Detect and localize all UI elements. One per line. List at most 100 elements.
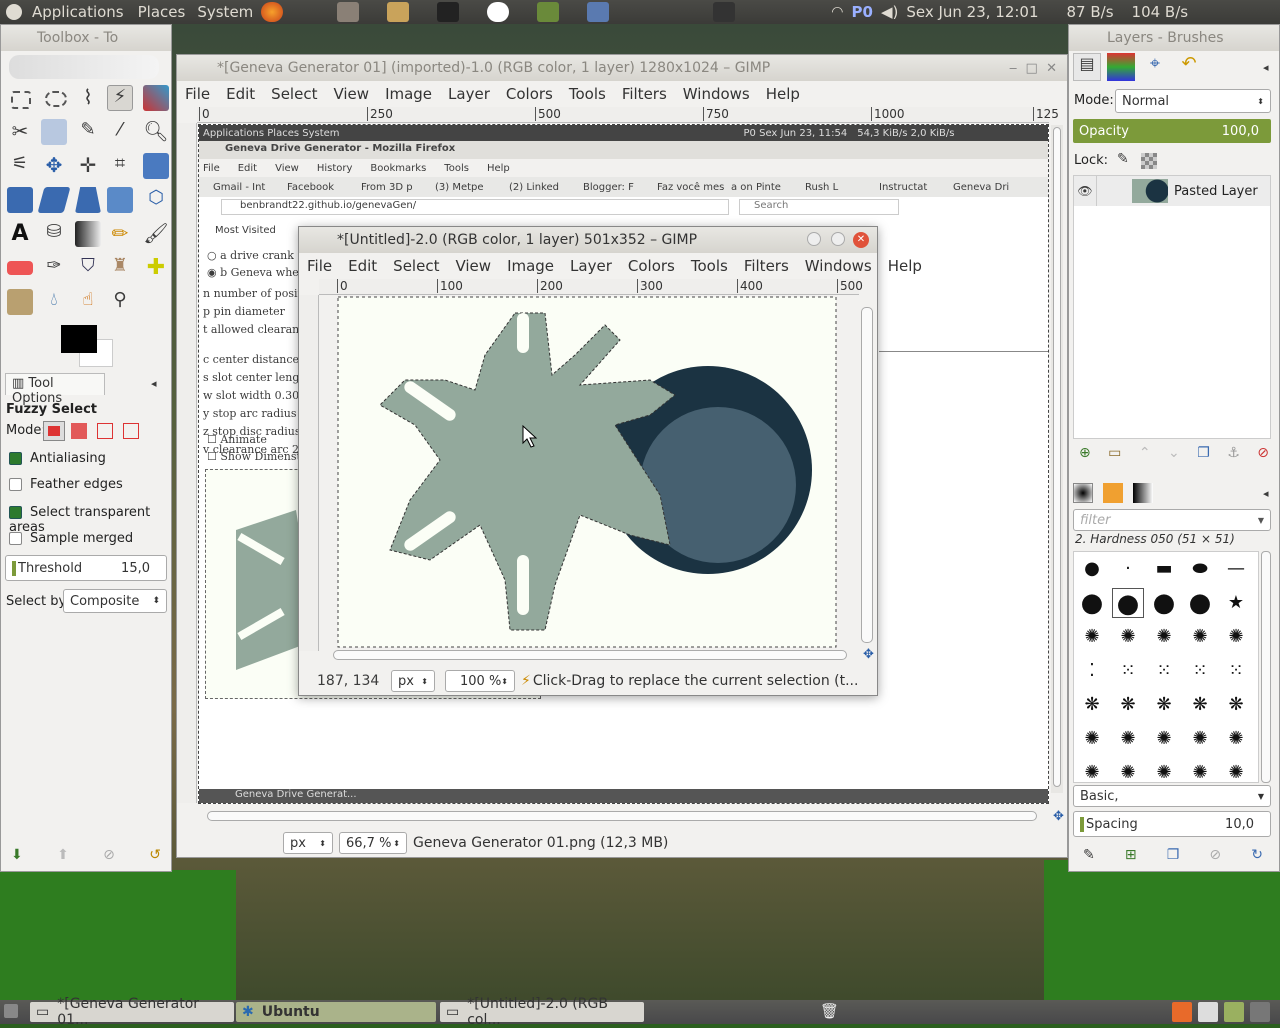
layer-name[interactable]: Pasted Layer: [1174, 184, 1258, 199]
layers-tab-menu-icon[interactable]: ◂: [1263, 61, 1269, 74]
workspace-1[interactable]: [1172, 1002, 1192, 1022]
untitled-menu-help[interactable]: Help: [880, 257, 930, 275]
main-menu-windows[interactable]: Windows: [675, 85, 758, 103]
gimp-launcher-icon[interactable]: [337, 2, 360, 22]
antialiasing-checkbox[interactable]: [9, 452, 22, 465]
brush-item[interactable]: ✺: [1184, 622, 1216, 652]
move-tool-icon[interactable]: ✥: [41, 153, 67, 179]
untitled-menu-tools[interactable]: Tools: [683, 257, 736, 275]
duplicate-brush-icon[interactable]: ❐: [1167, 847, 1180, 863]
measure-tool-icon[interactable]: ⚟: [7, 153, 33, 179]
main-menu-layer[interactable]: Layer: [440, 85, 498, 103]
layer-row[interactable]: 👁︎ Pasted Layer: [1074, 176, 1270, 206]
brush-item[interactable]: ⁙: [1220, 656, 1252, 686]
brush-preset-dropdown[interactable]: Basic, ▼: [1073, 785, 1271, 807]
brushes-tab-menu-icon[interactable]: ◂: [1263, 487, 1269, 500]
pencil-tool-icon[interactable]: ✏: [107, 221, 133, 247]
untitled-menu-file[interactable]: File: [299, 257, 340, 275]
brush-item[interactable]: ⁙: [1112, 656, 1144, 686]
brush-item[interactable]: ●: [1112, 588, 1144, 619]
task-geneva[interactable]: ▭ *[Geneva Generator 01...: [30, 996, 234, 1028]
by-color-select-tool-icon[interactable]: [143, 85, 169, 111]
brush-item[interactable]: ✺: [1184, 724, 1216, 754]
new-layer-icon[interactable]: ⊕: [1079, 445, 1091, 461]
main-menu-select[interactable]: Select: [263, 85, 325, 103]
visibility-eye-icon[interactable]: 👁︎: [1074, 184, 1096, 198]
main-menu-file[interactable]: File: [177, 85, 218, 103]
monitor-launcher-icon[interactable]: [537, 2, 560, 22]
clone-tool-icon[interactable]: ♜: [107, 255, 133, 281]
color-picker-tool-icon[interactable]: ⁄: [107, 119, 133, 145]
untitled-menu-windows[interactable]: Windows: [797, 257, 880, 275]
reset-options-icon[interactable]: ↺: [149, 847, 161, 867]
untitled-menu-filters[interactable]: Filters: [736, 257, 797, 275]
cage-tool-icon[interactable]: ⬡: [143, 187, 169, 213]
main-menu-colors[interactable]: Colors: [498, 85, 561, 103]
brush-item[interactable]: ✺: [1076, 724, 1108, 754]
restore-options-icon[interactable]: ⬆: [57, 847, 69, 867]
untitled-menu-select[interactable]: Select: [385, 257, 447, 275]
brush-item[interactable]: ⬬: [1184, 554, 1216, 584]
brush-scrollbar[interactable]: [1261, 551, 1271, 783]
volume-icon[interactable]: ◀): [881, 3, 898, 21]
brush-item[interactable]: ⁙: [1148, 656, 1180, 686]
ubuntu-logo-icon[interactable]: [6, 4, 22, 20]
spacing-slider[interactable]: Spacing 10,0: [1073, 811, 1271, 837]
text-tool-icon[interactable]: A: [7, 221, 33, 247]
duplicate-layer-icon[interactable]: ❐: [1197, 445, 1210, 461]
main-menu-view[interactable]: View: [325, 85, 377, 103]
clock[interactable]: Sex Jun 23, 12:01: [906, 3, 1038, 21]
brush-item[interactable]: ✺: [1220, 622, 1252, 652]
tab-menu-icon[interactable]: ◂: [151, 377, 157, 390]
wifi-icon[interactable]: ◠: [831, 4, 843, 20]
mode-replace-button[interactable]: [43, 421, 65, 441]
select-transparent-checkbox[interactable]: [9, 506, 22, 519]
navigate-icon[interactable]: ✥: [1053, 809, 1064, 824]
scissors-tool-icon[interactable]: ✂: [7, 119, 33, 145]
brush-item[interactable]: ✺: [1148, 724, 1180, 754]
delete-brush-icon[interactable]: ⊘: [1209, 847, 1221, 863]
mode-add-button[interactable]: [71, 423, 87, 439]
brush-item[interactable]: ❋: [1112, 690, 1144, 720]
paths-tab[interactable]: ⌖: [1141, 53, 1169, 81]
brush-item[interactable]: ✺: [1112, 758, 1144, 788]
channels-tab[interactable]: [1107, 53, 1135, 81]
toolbox-titlebar[interactable]: Toolbox - To: [1, 25, 171, 51]
raise-layer-icon[interactable]: ⌃: [1139, 445, 1151, 461]
calc-launcher-icon[interactable]: [587, 2, 610, 22]
system-menu[interactable]: System: [197, 3, 253, 21]
undo-history-tab[interactable]: ↶: [1175, 53, 1203, 81]
untitled-navigate-icon[interactable]: ✥: [863, 647, 874, 662]
brush-item[interactable]: ⁚: [1076, 656, 1108, 686]
crop-tool-icon[interactable]: ⌗: [107, 153, 133, 179]
task-untitled[interactable]: ▭ *[Untitled]-2.0 (RGB col...: [440, 996, 644, 1028]
new-group-icon[interactable]: ▭: [1108, 445, 1121, 461]
untitled-menu-image[interactable]: Image: [499, 257, 562, 275]
lower-layer-icon[interactable]: ⌄: [1168, 445, 1180, 461]
select-by-dropdown[interactable]: Composite ⬍: [63, 589, 167, 613]
brush-item[interactable]: ✺: [1076, 758, 1108, 788]
sample-merged-option[interactable]: Sample merged: [9, 531, 133, 546]
untitled-vscrollbar[interactable]: [861, 307, 873, 643]
perspective-tool-icon[interactable]: [75, 187, 101, 213]
fuzzy-select-tool-icon[interactable]: ⚡: [107, 85, 133, 111]
chain-icon[interactable]: [1096, 176, 1126, 206]
eraser-tool-icon[interactable]: [7, 261, 33, 275]
brush-item[interactable]: ✺: [1184, 758, 1216, 788]
amazon-launcher-icon[interactable]: [487, 2, 510, 22]
tool-options-tab[interactable]: ▥ Tool Options: [5, 373, 105, 406]
brush-item[interactable]: ❋: [1076, 690, 1108, 720]
blend-tool-icon[interactable]: [75, 221, 101, 247]
ink-tool-icon[interactable]: ⛉: [75, 255, 101, 281]
main-menu-edit[interactable]: Edit: [218, 85, 263, 103]
shear-tool-icon[interactable]: [37, 187, 71, 213]
terminal-launcher-icon[interactable]: [437, 2, 460, 22]
brush-item[interactable]: ●: [1076, 554, 1108, 584]
paths-tool-icon[interactable]: ✎: [75, 119, 101, 145]
ellipse-select-tool-icon[interactable]: [45, 91, 67, 107]
bucket-fill-tool-icon[interactable]: ⛁: [41, 221, 67, 247]
firefox-launcher-icon[interactable]: [261, 2, 284, 22]
brush-item[interactable]: ●: [1184, 588, 1216, 618]
opacity-slider[interactable]: Opacity 100,0: [1073, 119, 1271, 143]
delete-options-icon[interactable]: ⊘: [103, 847, 115, 867]
